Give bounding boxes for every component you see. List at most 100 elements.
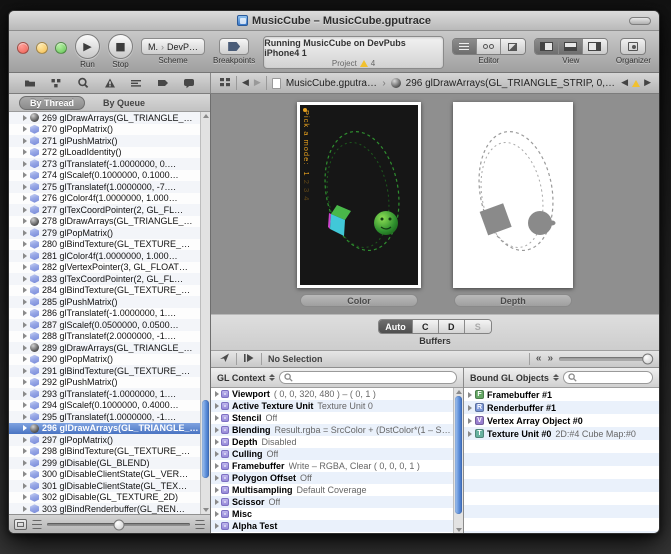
disclosure-triangle-icon[interactable] (23, 310, 27, 316)
gl-call-row[interactable]: 297 glPopMatrix() (9, 434, 200, 446)
expand-panes-button[interactable]: » (547, 354, 553, 364)
depth-buffer-preview[interactable] (453, 102, 573, 288)
buffer-segment-button[interactable]: C (413, 320, 439, 333)
disclosure-triangle-icon[interactable] (23, 161, 27, 167)
disclosure-triangle-icon[interactable] (23, 494, 27, 500)
disclosure-triangle-icon[interactable] (23, 506, 27, 512)
disclosure-triangle-icon[interactable] (468, 418, 472, 424)
issue-navigator-icon[interactable] (104, 77, 116, 89)
debug-view-button[interactable] (559, 39, 583, 54)
gl-call-row[interactable]: 284 glBindTexture(GL_TEXTURE_… (9, 285, 200, 297)
disclosure-triangle-icon[interactable] (23, 184, 27, 190)
gl-state-row[interactable]: Depth Disabled (211, 436, 452, 448)
gl-context-search[interactable] (279, 371, 457, 384)
gl-state-row[interactable]: Viewport ( 0, 0, 320, 480 ) – ( 0, 1 ) (211, 388, 452, 400)
bound-objects-search-input[interactable] (580, 373, 648, 382)
breakpoint-navigator-icon[interactable] (157, 77, 169, 89)
disclosure-triangle-icon[interactable] (23, 345, 27, 351)
disclosure-triangle-icon[interactable] (23, 207, 27, 213)
gl-call-row[interactable]: 274 glScalef(0.1000000, 0.1000… (9, 170, 200, 182)
gl-call-row[interactable]: 282 glVertexPointer(3, GL_FLOAT… (9, 262, 200, 274)
scroll-down-icon[interactable] (456, 528, 462, 532)
navigator-scrollbar[interactable] (200, 112, 210, 514)
gl-state-row[interactable]: Scissor Off (211, 496, 452, 508)
frame-position-slider[interactable] (47, 523, 190, 526)
gl-call-row[interactable]: 279 glPopMatrix() (9, 227, 200, 239)
disclosure-triangle-icon[interactable] (23, 471, 27, 477)
bound-objects-search[interactable] (563, 371, 653, 384)
disclosure-triangle-icon[interactable] (23, 368, 27, 374)
disclosure-triangle-icon[interactable] (23, 299, 27, 305)
gl-call-row[interactable]: 273 glTranslatef(-1.0000000, 0.… (9, 158, 200, 170)
list-compact-icon[interactable] (195, 520, 205, 529)
step-to-icon[interactable] (243, 350, 255, 368)
gl-call-row[interactable]: 298 glBindTexture(GL_TEXTURE_… (9, 446, 200, 458)
gl-call-row[interactable]: 278 glDrawArrays(GL_TRIANGLE_… (9, 216, 200, 228)
gl-call-row[interactable]: 299 glDisable(GL_BLEND) (9, 457, 200, 469)
disclosure-triangle-icon[interactable] (468, 392, 472, 398)
previous-issue-button[interactable]: ◀ (621, 78, 628, 88)
scroll-up-icon[interactable] (203, 114, 209, 118)
gl-state-row[interactable]: Multisampling Default Coverage (211, 484, 452, 496)
gl-call-row[interactable]: 293 glTranslatef(-1.0000000, 1.… (9, 388, 200, 400)
gl-call-row[interactable]: 271 glPushMatrix() (9, 135, 200, 147)
symbol-navigator-icon[interactable] (50, 77, 62, 89)
gl-call-row[interactable]: 277 glTexCoordPointer(2, GL_FL… (9, 204, 200, 216)
gl-state-row[interactable]: Culling Off (211, 448, 452, 460)
scope-tab[interactable]: By Thread (19, 96, 85, 110)
disclosure-triangle-icon[interactable] (23, 264, 27, 270)
disclosure-triangle-icon[interactable] (23, 230, 27, 236)
debug-navigator-icon[interactable] (130, 77, 142, 89)
gl-call-row[interactable]: 291 glBindTexture(GL_TEXTURE_… (9, 365, 200, 377)
popup-arrows-icon[interactable] (553, 374, 559, 381)
zoom-button[interactable] (55, 42, 67, 54)
disclosure-triangle-icon[interactable] (23, 241, 27, 247)
log-navigator-icon[interactable] (183, 77, 195, 89)
gl-call-row[interactable]: 272 glLoadIdentity() (9, 147, 200, 159)
organizer-button[interactable] (620, 38, 646, 55)
gl-call-row[interactable]: 303 glBindRenderbuffer(GL_REN… (9, 503, 200, 514)
related-items-icon[interactable] (219, 77, 231, 90)
breakpoints-button[interactable] (219, 38, 249, 55)
breadcrumb-item[interactable]: 296 glDrawArrays(GL_TRIANGLE_STRIP, 0, 4… (406, 78, 617, 89)
project-navigator-icon[interactable] (24, 77, 36, 89)
gl-call-row[interactable]: 286 glTranslatef(-1.0000000, 1.… (9, 308, 200, 320)
gl-call-row[interactable]: 281 glColor4f(1.0000000, 1.000… (9, 250, 200, 262)
disclosure-triangle-icon[interactable] (215, 403, 219, 409)
disclosure-triangle-icon[interactable] (23, 195, 27, 201)
buffer-segment-button[interactable]: D (439, 320, 465, 333)
disclosure-triangle-icon[interactable] (23, 172, 27, 178)
gl-call-row[interactable]: 270 glPopMatrix() (9, 124, 200, 136)
pane-size-slider[interactable] (559, 357, 651, 361)
version-editor-button[interactable] (501, 39, 525, 54)
scrollbar-thumb[interactable] (202, 400, 209, 478)
list-detail-icon[interactable] (32, 520, 42, 529)
gl-call-row[interactable]: 285 glPushMatrix() (9, 296, 200, 308)
disclosure-triangle-icon[interactable] (23, 402, 27, 408)
buffer-segment-button[interactable]: Auto (379, 320, 413, 333)
standard-editor-button[interactable] (453, 39, 477, 54)
gl-call-row[interactable]: 301 glDisableClientState(GL_TEX… (9, 480, 200, 492)
disclosure-triangle-icon[interactable] (215, 475, 219, 481)
disclosure-triangle-icon[interactable] (23, 448, 27, 454)
disclosure-triangle-icon[interactable] (23, 276, 27, 282)
disclosure-triangle-icon[interactable] (23, 379, 27, 385)
disclosure-triangle-icon[interactable] (23, 460, 27, 466)
scrollbar-thumb[interactable] (455, 396, 462, 514)
gl-call-row[interactable]: 289 glDrawArrays(GL_TRIANGLE_… (9, 342, 200, 354)
disclosure-triangle-icon[interactable] (215, 451, 219, 457)
gl-call-row[interactable]: 288 glTranslatef(2.0000000, -1.… (9, 331, 200, 343)
gl-state-row[interactable]: Active Texture Unit Texture Unit 0 (211, 400, 452, 412)
utilities-view-button[interactable] (583, 39, 607, 54)
scroll-up-icon[interactable] (456, 390, 462, 394)
gl-call-row[interactable]: 295 glTranslatef(1.0000000, -1.… (9, 411, 200, 423)
disclosure-triangle-icon[interactable] (215, 487, 219, 493)
scroll-down-icon[interactable] (203, 508, 209, 512)
disclosure-triangle-icon[interactable] (215, 511, 219, 517)
assistant-editor-button[interactable] (477, 39, 501, 54)
gl-state-row[interactable]: Alpha Test (211, 520, 452, 532)
breadcrumb-file[interactable]: MusicCube.gputrace (286, 78, 378, 89)
frame-boundaries-icon[interactable] (14, 519, 27, 530)
gl-context-search-input[interactable] (296, 373, 452, 382)
disclosure-triangle-icon[interactable] (215, 439, 219, 445)
